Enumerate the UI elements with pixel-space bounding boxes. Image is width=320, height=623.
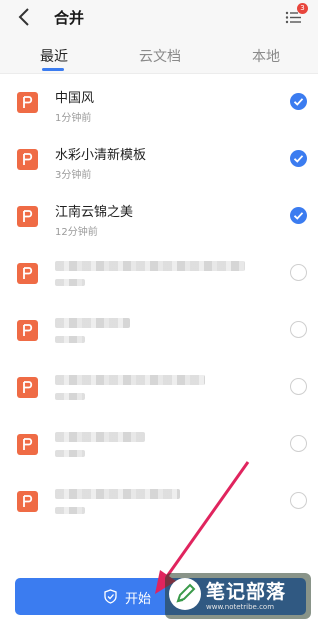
watermark-text: 笔记部落 bbox=[206, 581, 287, 603]
watermark-url: www.notetribe.com bbox=[206, 603, 275, 611]
pencil-logo-icon bbox=[169, 578, 201, 610]
annotation-arrow bbox=[155, 461, 250, 594]
watermark: 笔记部落 www.notetribe.com bbox=[165, 573, 311, 619]
